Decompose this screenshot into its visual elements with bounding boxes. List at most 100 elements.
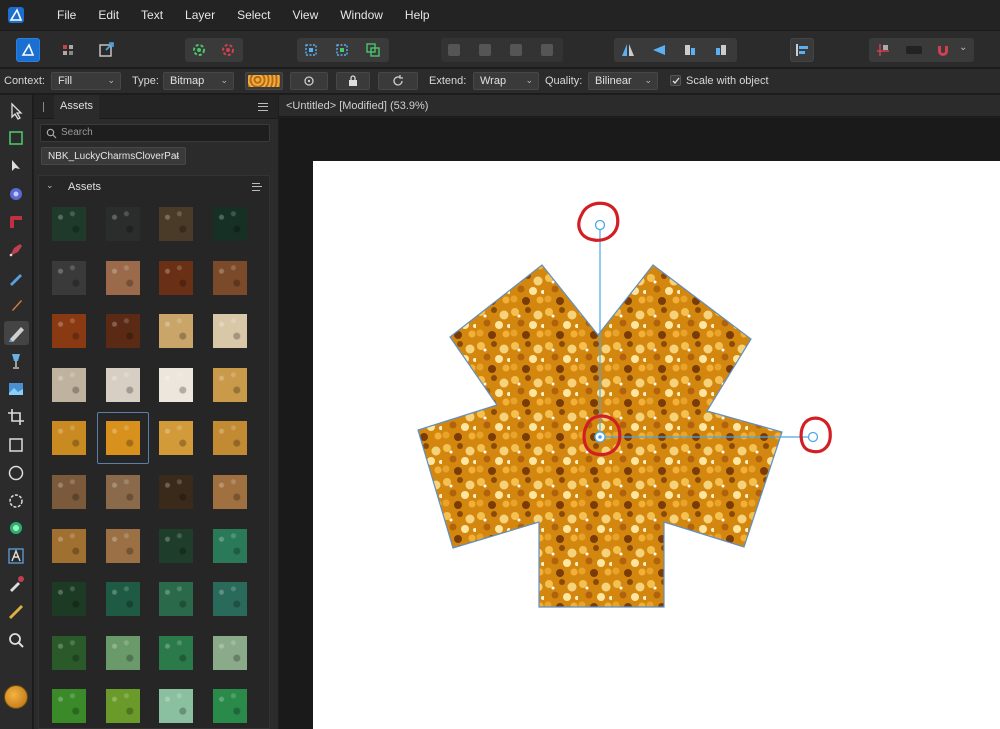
category-dropdown[interactable]: NBK_LuckyCharmsCloverPat ⌄	[41, 147, 186, 165]
guides-icon[interactable]	[875, 42, 891, 58]
asset-thumbnail[interactable]	[159, 421, 193, 455]
point-transform-tool-icon[interactable]	[6, 184, 26, 204]
fill-color-swatch[interactable]	[4, 685, 28, 709]
asset-thumbnail[interactable]	[213, 314, 247, 348]
assets-section-header[interactable]: ⌄ Assets	[39, 176, 269, 198]
context-dropdown[interactable]: Fill ⌄	[51, 72, 121, 90]
flip-horizontal-icon[interactable]	[620, 42, 636, 58]
panel-menu-icon[interactable]	[258, 103, 268, 111]
designer-persona-button[interactable]	[16, 38, 40, 62]
quality-dropdown[interactable]: Bilinear ⌄	[588, 72, 658, 90]
asset-thumbnail[interactable]	[52, 207, 86, 241]
intersect-icon[interactable]	[510, 44, 522, 56]
rotate-right-icon[interactable]	[713, 42, 729, 58]
menu-select[interactable]: Select	[226, 0, 281, 30]
asset-thumbnail[interactable]	[106, 421, 140, 455]
asset-thumbnail[interactable]	[159, 261, 193, 295]
pen-tool-icon[interactable]	[6, 240, 26, 260]
asset-thumbnail[interactable]	[106, 368, 140, 402]
asset-thumbnail[interactable]	[106, 475, 140, 509]
document-tab[interactable]: <Untitled> [Modified] (53.9%)	[279, 95, 1000, 117]
cog-shape-tool-icon[interactable]	[6, 491, 26, 511]
place-image-tool-icon[interactable]	[6, 379, 26, 399]
transform-origin-icon[interactable]	[303, 42, 319, 58]
fill-handle-origin[interactable]	[594, 431, 606, 443]
bitmap-swatch-button[interactable]	[245, 72, 283, 90]
node-tool-icon[interactable]	[6, 156, 26, 176]
asset-thumbnail[interactable]	[159, 314, 193, 348]
asset-thumbnail[interactable]	[213, 582, 247, 616]
move-tool-icon[interactable]	[6, 101, 26, 121]
align-button[interactable]	[790, 38, 814, 62]
asset-thumbnail[interactable]	[213, 261, 247, 295]
asset-thumbnail[interactable]	[52, 314, 86, 348]
asset-thumbnail[interactable]	[106, 636, 140, 670]
asset-thumbnail[interactable]	[159, 368, 193, 402]
asset-thumbnail[interactable]	[159, 475, 193, 509]
color-picker-tool-icon[interactable]	[6, 574, 26, 594]
snapping-gear-icon[interactable]	[191, 42, 207, 58]
asset-thumbnail[interactable]	[106, 314, 140, 348]
flip-vertical-icon[interactable]	[651, 42, 667, 58]
asset-thumbnail[interactable]	[52, 368, 86, 402]
search-input[interactable]: Search	[40, 124, 270, 142]
select-object-icon[interactable]	[365, 42, 381, 58]
asset-thumbnail[interactable]	[106, 529, 140, 563]
snapping-options-icon[interactable]	[220, 42, 236, 58]
asset-thumbnail[interactable]	[106, 207, 140, 241]
fill-tool-icon[interactable]	[4, 321, 29, 345]
section-menu-icon[interactable]	[252, 183, 262, 191]
fill-handle-end-vertical[interactable]	[594, 219, 606, 231]
type-dropdown[interactable]: Bitmap ⌄	[163, 72, 234, 90]
pencil-tool-icon[interactable]	[6, 268, 26, 288]
add-icon[interactable]	[448, 44, 460, 56]
measure-tool-icon[interactable]	[6, 602, 26, 622]
menu-view[interactable]: View	[281, 0, 329, 30]
asset-thumbnail[interactable]	[106, 261, 140, 295]
ellipse-tool-icon[interactable]	[6, 463, 26, 483]
chevron-down-icon[interactable]: ⌄	[46, 180, 54, 191]
asset-thumbnail[interactable]	[213, 689, 247, 723]
lock-aspect-button[interactable]	[336, 72, 370, 90]
toggle-icon[interactable]	[906, 46, 922, 54]
shape-builder-tool-icon[interactable]	[6, 518, 26, 538]
asset-thumbnail[interactable]	[213, 207, 247, 241]
select-same-icon[interactable]	[334, 42, 350, 58]
asset-thumbnail[interactable]	[52, 582, 86, 616]
asset-thumbnail[interactable]	[213, 636, 247, 670]
magnet-icon[interactable]	[935, 42, 951, 58]
assets-tab[interactable]: Assets	[54, 95, 100, 119]
extend-dropdown[interactable]: Wrap ⌄	[473, 72, 539, 90]
scale-with-object-checkbox[interactable]	[670, 75, 681, 86]
asset-thumbnail[interactable]	[52, 689, 86, 723]
asset-thumbnail[interactable]	[213, 529, 247, 563]
asset-thumbnail[interactable]	[159, 529, 193, 563]
corner-tool-icon[interactable]	[6, 212, 26, 232]
menu-window[interactable]: Window	[329, 0, 394, 30]
artistic-text-tool-icon[interactable]	[6, 546, 26, 566]
menu-text[interactable]: Text	[130, 0, 174, 30]
pixel-persona-button[interactable]	[56, 38, 80, 62]
fill-handle-end-horizontal[interactable]	[807, 431, 819, 443]
asset-thumbnail[interactable]	[106, 689, 140, 723]
asset-thumbnail[interactable]	[213, 368, 247, 402]
snapping-dropdown-chevron-icon[interactable]: ⌄	[959, 42, 967, 53]
affinity-logo-icon[interactable]	[8, 7, 24, 23]
asset-thumbnail[interactable]	[52, 636, 86, 670]
asset-thumbnail[interactable]	[159, 636, 193, 670]
menu-file[interactable]: File	[46, 0, 87, 30]
menu-edit[interactable]: Edit	[87, 0, 130, 30]
menu-help[interactable]: Help	[394, 0, 441, 30]
xor-icon[interactable]	[541, 44, 553, 56]
rotate-fill-button[interactable]	[378, 72, 418, 90]
crop-tool-icon[interactable]	[6, 407, 26, 427]
transparency-tool-icon[interactable]	[6, 351, 26, 371]
asset-thumbnail[interactable]	[159, 582, 193, 616]
brush-tool-icon[interactable]	[6, 295, 26, 315]
asset-thumbnail[interactable]	[106, 582, 140, 616]
menu-layer[interactable]: Layer	[174, 0, 226, 30]
zoom-tool-icon[interactable]	[6, 630, 26, 650]
asset-thumbnail[interactable]	[159, 689, 193, 723]
asset-thumbnail[interactable]	[213, 421, 247, 455]
fill-options-button[interactable]	[290, 72, 328, 90]
